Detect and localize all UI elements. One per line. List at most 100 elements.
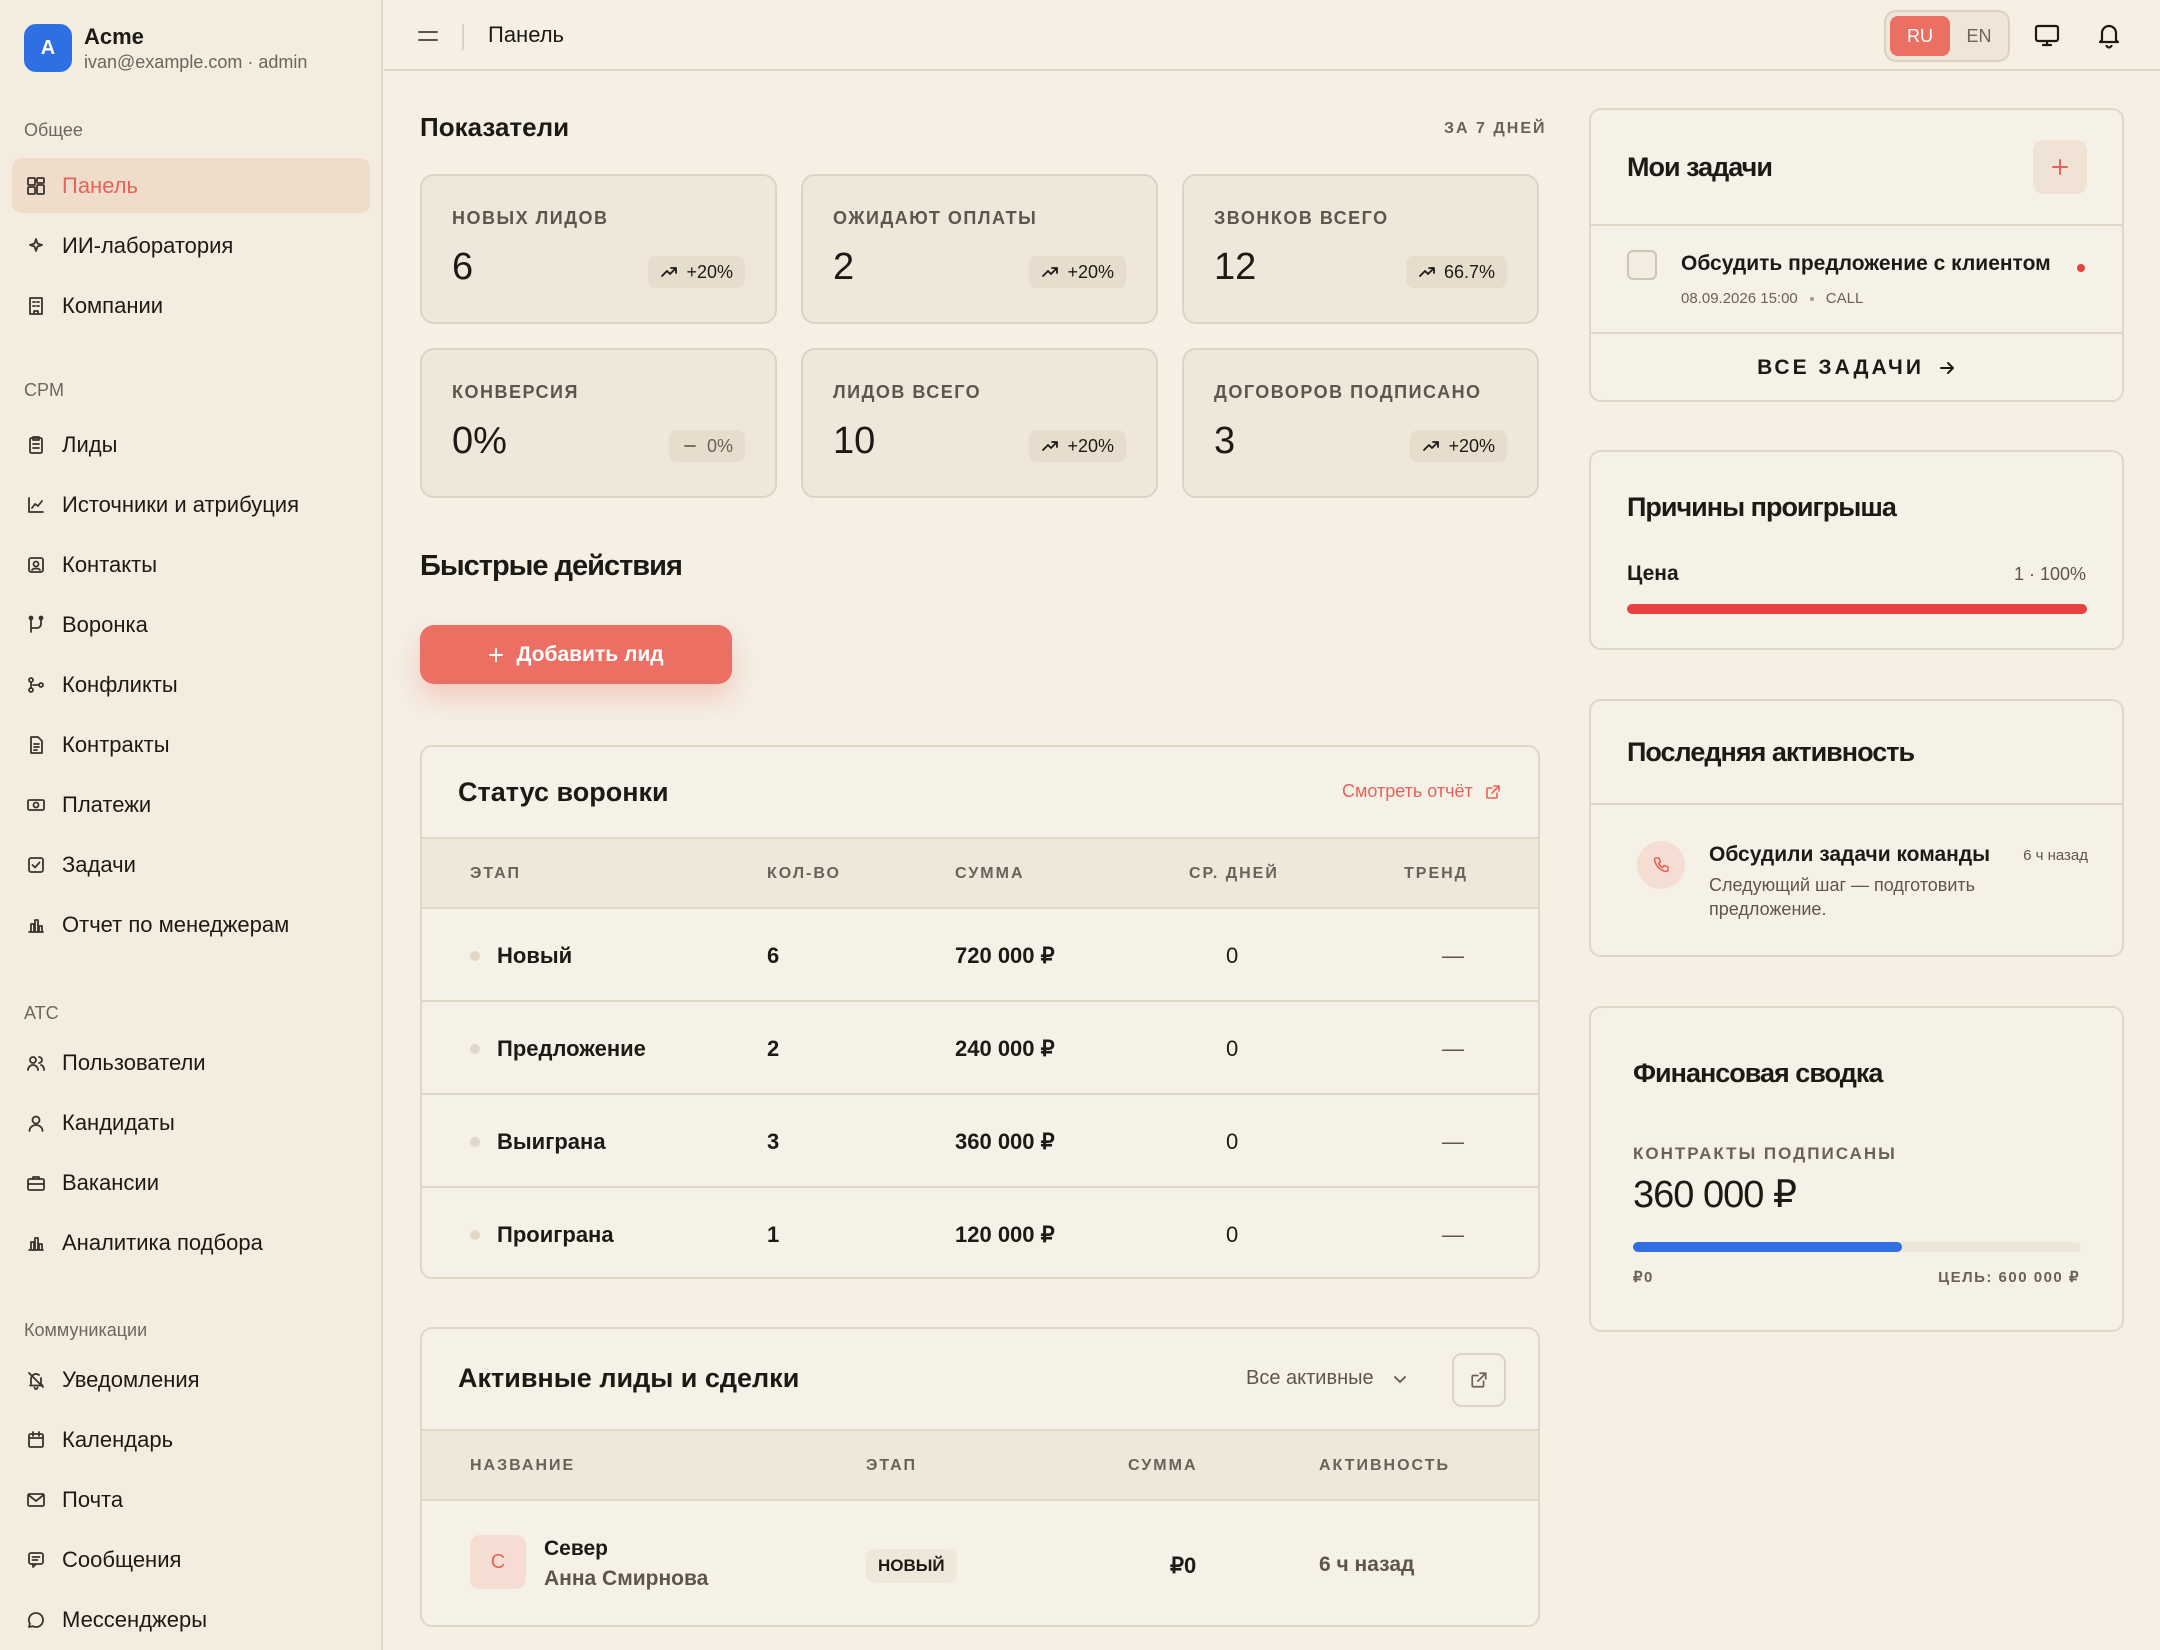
sidebar-item-label: Кандидаты — [62, 1109, 175, 1135]
pipeline-icon — [26, 615, 46, 635]
recent-activity-title: Последняя активность — [1627, 737, 1915, 767]
trend-up-icon — [1418, 263, 1436, 281]
metrics-period: ЗА 7 ДНЕЙ — [1444, 120, 1547, 137]
view-report-link[interactable]: Смотреть отчёт — [1342, 781, 1501, 802]
mail-icon — [26, 1490, 46, 1510]
finance-summary-card: Финансовая сводка КОНТРАКТЫ ПОДПИСАНЫ 36… — [1589, 1006, 2124, 1332]
bell-off-icon — [26, 1370, 46, 1390]
metric-value: 10 — [833, 420, 876, 462]
sidebar-item[interactable]: Календарь — [12, 1412, 370, 1467]
add-task-button[interactable] — [2033, 140, 2087, 194]
sidebar-item[interactable]: Контракты — [12, 717, 370, 772]
contact-card-icon — [26, 555, 46, 575]
loss-reason-value: 1 · 100% — [2013, 564, 2086, 584]
sidebar-item-label: Сообщения — [62, 1546, 182, 1572]
metric-trend-value: 66.7% — [1443, 261, 1495, 282]
stage-dot — [470, 951, 480, 961]
sidebar-item[interactable]: Аналитика подбора — [12, 1215, 370, 1270]
funnel-title: Статус воронки — [458, 777, 669, 807]
account-email: ivan@example.com · admin — [84, 52, 308, 72]
sidebar-item[interactable]: Платежи — [12, 777, 370, 832]
sidebar-item[interactable]: Отчет по менеджерам — [12, 897, 370, 952]
finance-min: ₽0 — [1633, 1269, 1654, 1286]
lang-en-button[interactable]: EN — [1952, 16, 2006, 56]
lead-contact: Анна Смирнова — [544, 1567, 709, 1590]
finance-value: 360 000 ₽ — [1633, 1174, 1797, 1216]
col-activity: АКТИВНОСТЬ — [1319, 1457, 1450, 1474]
plus-icon — [2050, 157, 2070, 177]
funnel-trend: — — [1442, 943, 1464, 968]
plus-icon — [488, 647, 504, 663]
lead-activity: 6 ч назад — [1319, 1553, 1415, 1576]
metrics-title: Показатели — [420, 112, 570, 142]
sidebar-item[interactable]: Компании — [12, 278, 370, 333]
sidebar-toggle-icon[interactable] — [414, 22, 442, 50]
calendar-icon — [26, 1430, 46, 1450]
sidebar-item-label: Отчет по менеджерам — [62, 911, 290, 937]
brand-logo[interactable]: A — [24, 24, 72, 72]
sidebar-item[interactable]: Кандидаты — [12, 1095, 370, 1150]
funnel-stage: Выиграна — [497, 1129, 606, 1154]
users-icon — [26, 1053, 46, 1073]
header-divider — [462, 24, 464, 50]
sidebar-item[interactable]: Контакты — [12, 537, 370, 592]
table-row[interactable]: Предложение 2 240 000 ₽ 0 — — [422, 1002, 1538, 1095]
all-tasks-button[interactable]: ВСЕ ЗАДАЧИ — [1591, 334, 2122, 402]
table-row[interactable]: Новый 6 720 000 ₽ 0 — — [422, 909, 1538, 1002]
sidebar-item[interactable]: Сообщения — [12, 1532, 370, 1587]
loss-reasons-title: Причины проигрыша — [1627, 492, 1897, 522]
bar-chart-icon — [26, 915, 46, 935]
sidebar-item-label: Задачи — [62, 851, 136, 877]
sidebar-item[interactable]: Вакансии — [12, 1155, 370, 1210]
add-lead-button[interactable]: Добавить лид — [420, 625, 732, 684]
task-title: Обсудить предложение с клиентом — [1681, 252, 2051, 275]
external-link-icon — [1470, 1371, 1488, 1389]
col-name: НАЗВАНИЕ — [470, 1457, 576, 1474]
task-date: 08.09.2026 15:00 — [1681, 290, 1798, 307]
sidebar-item-label: Источники и атрибуция — [62, 491, 299, 517]
open-leads-button[interactable] — [1452, 1353, 1506, 1407]
sidebar-item[interactable]: Воронка — [12, 597, 370, 652]
stage-dot — [470, 1044, 480, 1054]
sidebar-item[interactable]: Почта — [12, 1472, 370, 1527]
dashboard-icon — [26, 176, 46, 196]
nav-section-title: ATC — [24, 1003, 59, 1023]
sidebar-item[interactable]: Пользователи — [12, 1035, 370, 1090]
col-sum: СУММА — [955, 865, 1025, 882]
sidebar-item[interactable]: Лиды — [12, 417, 370, 472]
sidebar-item[interactable]: Конфликты — [12, 657, 370, 712]
avatar: С — [470, 1535, 526, 1589]
sidebar-item[interactable]: Источники и атрибуция — [12, 477, 370, 532]
language-switch: RU EN — [1884, 10, 2010, 62]
sidebar-item[interactable]: Мессенджеры — [12, 1592, 370, 1647]
bar-chart-icon — [26, 1233, 46, 1253]
lang-ru-button[interactable]: RU — [1890, 16, 1950, 56]
funnel-avg-days: 0 — [1226, 1036, 1239, 1061]
loss-progress-track — [1627, 604, 2087, 614]
table-row[interactable]: С Север Анна Смирнова НОВЫЙ ₽0 6 ч назад — [422, 1501, 1538, 1627]
phone-icon — [1637, 841, 1685, 889]
table-row[interactable]: Выиграна 3 360 000 ₽ 0 — — [422, 1095, 1538, 1188]
leads-filter-dropdown[interactable]: Все активные — [1246, 1367, 1408, 1390]
bell-icon[interactable] — [2094, 20, 2124, 50]
priority-dot — [2077, 264, 2085, 272]
task-checkbox[interactable] — [1627, 250, 1657, 280]
sidebar-item[interactable]: Уведомления — [12, 1352, 370, 1407]
monitor-icon[interactable] — [2032, 20, 2062, 50]
chat-icon — [26, 1610, 46, 1630]
view-report-label: Смотреть отчёт — [1342, 781, 1473, 801]
sidebar-item[interactable]: ИИ-лаборатория — [12, 218, 370, 273]
git-branch-icon — [26, 675, 46, 695]
sidebar-item-label: Вакансии — [62, 1169, 159, 1195]
table-row[interactable]: Проиграна 1 120 000 ₽ 0 — — [422, 1188, 1538, 1281]
col-sum: СУММА — [1128, 1457, 1198, 1474]
metric-trend-value: 0% — [706, 435, 733, 456]
metric-card: НОВЫХ ЛИДОВ 6 +20% — [420, 174, 777, 324]
metric-label: ЗВОНКОВ ВСЕГО — [1214, 208, 1389, 228]
sidebar-item[interactable]: Задачи — [12, 837, 370, 892]
task-type: CALL — [1825, 290, 1864, 307]
metric-trend-badge: +20% — [1410, 430, 1507, 462]
sidebar-item[interactable]: Панель — [12, 158, 370, 213]
activity-title: Обсудили задачи команды — [1709, 843, 1991, 866]
metric-trend-badge: +20% — [648, 256, 745, 288]
